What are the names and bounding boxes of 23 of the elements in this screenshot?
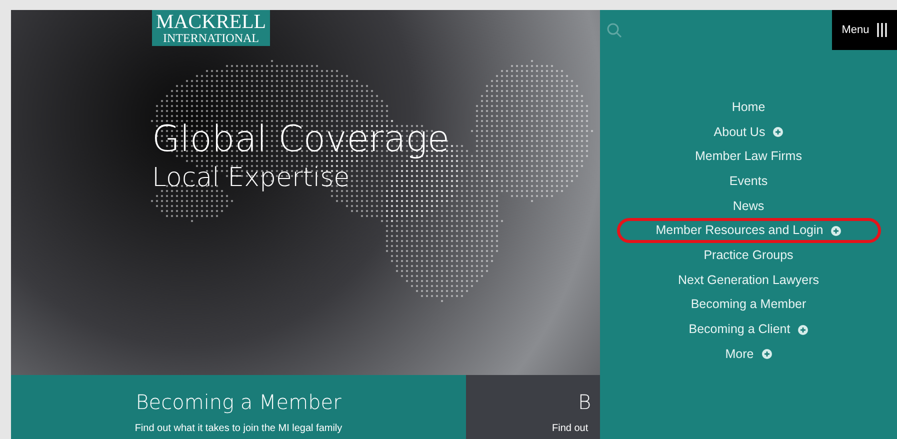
hero-title: Global Coverage (152, 118, 450, 162)
card-title: Becoming a Member (136, 389, 342, 416)
hero-subtitle: Local Expertise (152, 162, 351, 194)
menu-item[interactable]: Member Law Firms (695, 144, 802, 170)
logo-subtext: INTERNATIONAL (163, 32, 259, 44)
menu-item[interactable]: Practice Groups (704, 243, 794, 268)
menu-item[interactable]: News (732, 194, 764, 218)
menu-item[interactable]: Home (732, 95, 766, 120)
menu-item[interactable]: Events (729, 169, 768, 194)
menu-item[interactable]: Member Resources and Login (616, 218, 880, 244)
menu-item[interactable]: Becoming a Client (688, 317, 808, 342)
menu-item[interactable]: Becoming a Member (690, 292, 806, 318)
card-text: Find out (552, 422, 588, 436)
logo-text: MACKRELL (156, 12, 266, 32)
menu-item[interactable]: More (725, 342, 772, 367)
logo[interactable]: MACKRELL INTERNATIONAL (152, 10, 270, 46)
card-title: B (578, 389, 592, 416)
card-text: Find out what it takes to join the MI legal family (134, 422, 342, 436)
menu-item[interactable]: About Us (714, 120, 784, 144)
menu-icon (877, 23, 888, 37)
menu-button[interactable]: Menu (832, 10, 897, 50)
member-card[interactable]: Becoming a Member Find out what it takes to join the MI legal family (11, 375, 466, 439)
menu-item[interactable]: Next Generation Lawyers (678, 268, 820, 292)
